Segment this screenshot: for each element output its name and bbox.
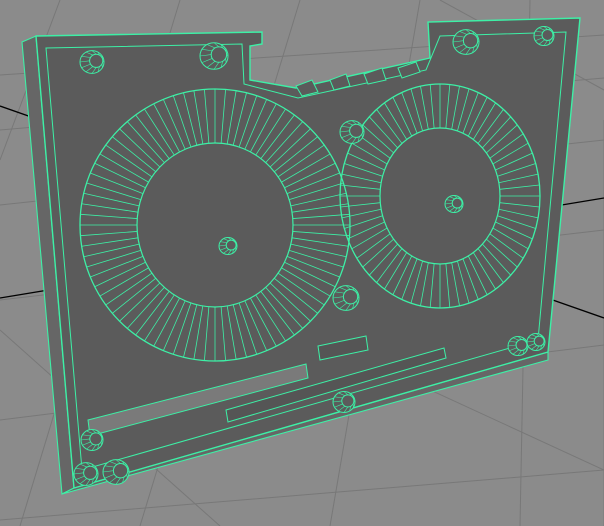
peg-center-upper	[339, 120, 365, 144]
peg-bottom-left-1	[80, 429, 104, 451]
peg-top-right-1	[452, 29, 480, 55]
peg-top-right-2	[533, 26, 555, 46]
peg-bottom-center	[332, 391, 356, 413]
scene-canvas[interactable]	[0, 0, 604, 526]
peg-bottom-left-3	[102, 459, 130, 485]
peg-center-lower	[332, 285, 360, 311]
maya-3d-viewport[interactable]	[0, 0, 604, 526]
peg-top-left-1	[79, 50, 105, 74]
peg-bottom-left-2	[73, 462, 99, 486]
peg-top-left-2	[199, 42, 229, 70]
peg-bottom-right-2	[526, 332, 546, 352]
peg-bottom-right-1	[507, 336, 529, 356]
peg-left-hub	[218, 236, 238, 256]
peg-right-hub	[444, 194, 464, 214]
